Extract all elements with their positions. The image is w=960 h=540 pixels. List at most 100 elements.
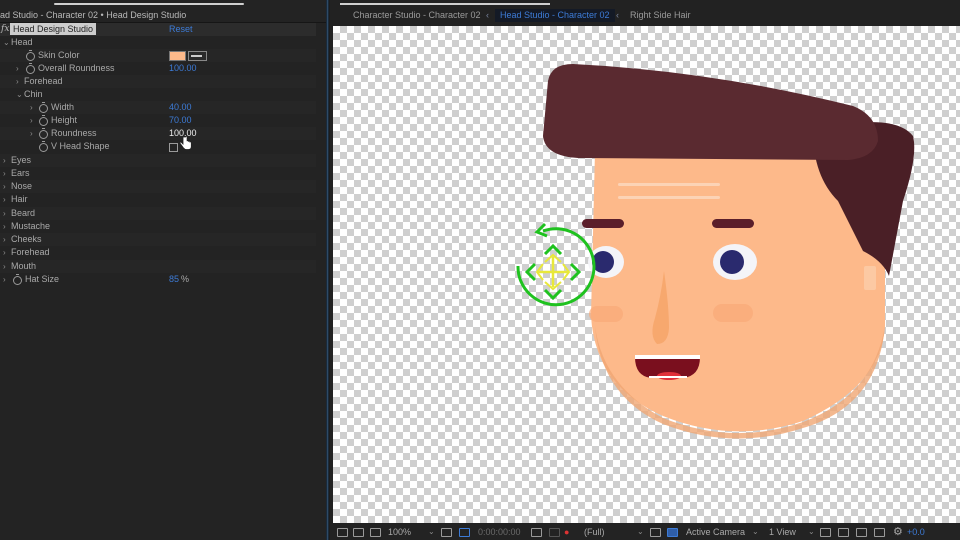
v-head-shape-checkbox[interactable]	[169, 143, 178, 152]
stopwatch-icon[interactable]	[39, 141, 48, 152]
property-overall-roundness: › Overall Roundness 100.00	[0, 62, 316, 75]
stopwatch-icon[interactable]	[39, 102, 48, 113]
snapshot-camera-icon[interactable]	[531, 528, 542, 537]
property-label: Hat Size	[25, 274, 60, 284]
hat-size-unit: %	[181, 274, 190, 284]
stopwatch-icon[interactable]	[39, 115, 48, 126]
group-label: Chin	[24, 89, 43, 99]
chevron-down-icon[interactable]: ⌄	[428, 524, 435, 540]
breadcrumb-head-studio[interactable]: Head Studio - Character 02	[495, 9, 615, 22]
stopwatch-icon[interactable]	[13, 274, 22, 285]
left-cheek	[589, 306, 623, 322]
exposure-reset-icon[interactable]: ⚙	[893, 524, 903, 540]
hand-cursor-icon	[180, 136, 192, 150]
vr-glasses-icon[interactable]	[370, 528, 381, 537]
chevron-right-icon[interactable]: ›	[30, 127, 33, 140]
group-hair[interactable]: › Hair	[0, 193, 316, 206]
property-skin-color: Skin Color	[0, 49, 316, 62]
panel-splitter-highlight	[327, 0, 328, 540]
chevron-down-icon[interactable]: ⌄	[808, 524, 815, 540]
group-label: Mustache	[11, 221, 51, 231]
stopwatch-icon[interactable]	[26, 63, 35, 74]
transparency-grid-icon[interactable]	[459, 528, 470, 537]
breadcrumb-right-side-hair[interactable]: Right Side Hair	[630, 9, 691, 22]
group-mustache[interactable]: › Mustache	[0, 220, 316, 233]
chevron-right-icon[interactable]: ›	[16, 62, 19, 75]
left-eyebrow	[582, 219, 624, 228]
chevron-down-icon[interactable]: ⌄	[16, 88, 23, 101]
reset-button[interactable]: Reset	[169, 23, 193, 36]
group-ears[interactable]: › Ears	[0, 167, 316, 180]
chevron-down-icon[interactable]: ⌄	[752, 524, 759, 540]
hair-top	[543, 64, 878, 160]
chevron-down-icon[interactable]: ⌄	[637, 524, 644, 540]
breadcrumb-character-studio[interactable]: Character Studio - Character 02	[353, 9, 481, 22]
chevron-right-icon[interactable]: ›	[3, 273, 6, 286]
chevron-down-icon[interactable]: ⌄	[3, 36, 10, 49]
fast-preview-3d-icon[interactable]	[838, 528, 849, 537]
chevron-right-icon[interactable]: ›	[3, 220, 6, 233]
group-label: Head	[11, 37, 33, 47]
chevron-right-icon[interactable]: ›	[3, 180, 6, 193]
height-value[interactable]: 70.00	[169, 114, 192, 127]
viewer-toolbar: 100% ⌄ 0:00:00:00 ● (Full) ⌄ Active Came…	[330, 524, 960, 540]
eyedropper-icon[interactable]	[188, 51, 207, 61]
effect-name[interactable]: Head Design Studio	[10, 23, 97, 35]
anchor-point-gizmo[interactable]	[516, 222, 596, 307]
fast-previews-icon[interactable]	[650, 528, 661, 537]
width-value[interactable]: 40.00	[169, 101, 192, 114]
group-eyes[interactable]: › Eyes	[0, 154, 316, 167]
camera-dropdown[interactable]: Active Camera	[686, 524, 745, 540]
group-forehead-2[interactable]: › Forehead	[0, 246, 316, 259]
hat-size-value[interactable]: 85	[169, 273, 179, 286]
color-channels-icon[interactable]: ●	[564, 524, 569, 540]
chevron-right-icon[interactable]: ›	[3, 233, 6, 246]
chevron-right-icon[interactable]: ›	[16, 75, 19, 88]
chevron-right-icon[interactable]: ›	[30, 114, 33, 127]
panel-title: ad Studio - Character 02 • Head Design S…	[0, 10, 187, 20]
composition-viewer: Character Studio - Character 02 ‹ Head S…	[330, 0, 960, 540]
overall-roundness-value[interactable]: 100.00	[169, 62, 197, 75]
region-of-interest-icon[interactable]	[441, 528, 452, 537]
group-cheeks[interactable]: › Cheeks	[0, 233, 316, 246]
group-label: Cheeks	[11, 234, 42, 244]
chevron-right-icon[interactable]: ›	[3, 167, 6, 180]
stopwatch-icon[interactable]	[39, 128, 48, 139]
toggle-pixel-aspect-icon[interactable]	[820, 528, 831, 537]
timeline-icon[interactable]	[856, 528, 867, 537]
flowchart-icon[interactable]	[874, 528, 885, 537]
chevron-right-icon[interactable]: ›	[30, 101, 33, 114]
group-mouth[interactable]: › Mouth	[0, 260, 316, 273]
zoom-level-dropdown[interactable]: 100%	[388, 524, 411, 540]
chevron-right-icon[interactable]: ›	[3, 193, 6, 206]
group-nose[interactable]: › Nose	[0, 180, 316, 193]
group-chin[interactable]: ⌄ Chin	[0, 88, 316, 101]
group-head[interactable]: ⌄ Head	[0, 36, 316, 49]
chevron-right-icon[interactable]: ›	[3, 154, 6, 167]
group-forehead[interactable]: › Forehead	[0, 75, 316, 88]
property-label: Overall Roundness	[38, 63, 115, 73]
group-label: Forehead	[24, 76, 63, 86]
timecode-display[interactable]: 0:00:00:00	[478, 524, 521, 540]
chevron-right-icon[interactable]: ›	[3, 260, 6, 273]
skin-color-swatch[interactable]	[169, 51, 186, 61]
show-snapshot-icon[interactable]	[549, 528, 560, 537]
property-roundness: › Roundness 100.00	[0, 127, 316, 140]
view-layout-dropdown[interactable]: 1 View	[769, 524, 796, 540]
always-preview-icon[interactable]	[337, 528, 348, 537]
monitor-icon[interactable]	[353, 528, 364, 537]
group-label: Eyes	[11, 155, 32, 165]
group-label: Ears	[11, 168, 30, 178]
forehead-line	[618, 183, 720, 186]
group-beard[interactable]: › Beard	[0, 207, 316, 220]
chevron-right-icon[interactable]: ›	[3, 246, 6, 259]
stopwatch-icon[interactable]	[26, 50, 35, 61]
exposure-value[interactable]: +0.0	[907, 524, 925, 540]
composition-canvas[interactable]	[333, 26, 960, 523]
property-v-head-shape: V Head Shape	[0, 140, 316, 153]
resolution-dropdown[interactable]: (Full)	[584, 524, 605, 540]
chevron-right-icon[interactable]: ›	[3, 207, 6, 220]
fx-toggle-icon[interactable]: fx	[1, 23, 9, 36]
property-width: › Width 40.00	[0, 101, 316, 114]
grid-guides-icon[interactable]	[667, 528, 678, 537]
